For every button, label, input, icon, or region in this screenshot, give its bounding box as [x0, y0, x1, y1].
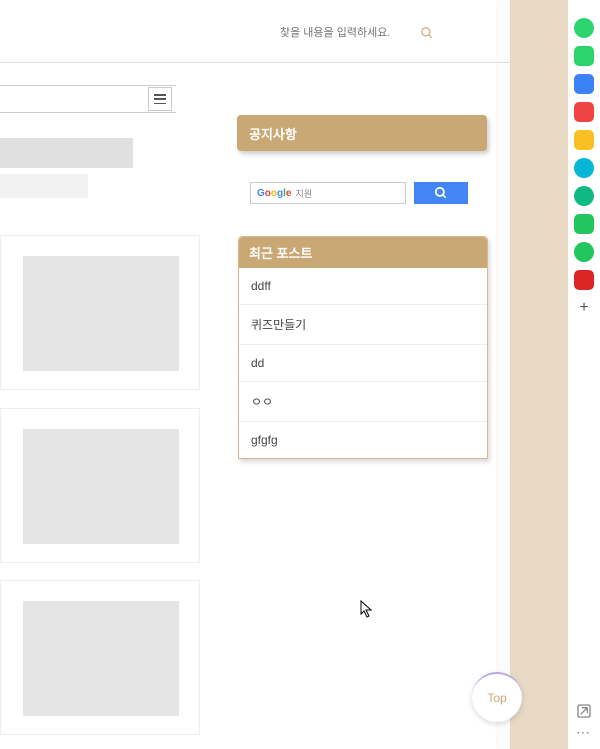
horizontal-divider — [0, 62, 510, 63]
browser-sidebar: + — [568, 10, 600, 318]
menu-border-bottom — [0, 112, 176, 113]
sidebar-app-icon[interactable] — [574, 214, 594, 234]
share-icon[interactable] — [576, 703, 592, 719]
scroll-to-top-button[interactable]: Top — [472, 672, 522, 722]
hamburger-menu-button[interactable] — [148, 87, 172, 111]
sidebar-app-icon[interactable] — [574, 158, 594, 178]
recent-post-item[interactable]: ㅇㅇ — [239, 382, 487, 422]
recent-post-item[interactable]: 퀴즈만들기 — [239, 305, 487, 345]
post-thumbnail — [23, 429, 179, 544]
sidebar-app-icon[interactable] — [574, 74, 594, 94]
placeholder-block-small — [0, 174, 88, 198]
notice-panel[interactable]: 공지사항 — [237, 115, 487, 151]
search-icon[interactable] — [420, 26, 434, 40]
google-support-label: 지원 — [295, 187, 312, 200]
search-input[interactable] — [280, 27, 410, 39]
post-thumbnail — [23, 256, 179, 371]
post-card[interactable] — [0, 580, 200, 735]
recent-post-item[interactable]: gfgfg — [239, 422, 487, 458]
menu-border-top — [0, 85, 176, 86]
sidebar-app-icon[interactable] — [574, 46, 594, 66]
google-search-widget: Google 지원 — [250, 182, 468, 204]
page-edge-shadow — [498, 0, 510, 749]
top-button-label: Top — [487, 691, 506, 705]
recent-post-item[interactable]: dd — [239, 345, 487, 382]
hamburger-icon — [154, 94, 166, 104]
placeholder-block — [0, 138, 133, 168]
cursor-icon — [360, 600, 374, 618]
sidebar-add-button[interactable]: + — [574, 298, 594, 318]
more-options-icon[interactable]: ⋯ — [576, 724, 590, 741]
post-card[interactable] — [0, 235, 200, 390]
sidebar-app-icon[interactable] — [574, 242, 594, 262]
recent-posts-header: 최근 포스트 — [239, 237, 487, 268]
search-icon — [434, 186, 448, 200]
google-logo: Google — [257, 188, 291, 199]
sidebar-app-icon[interactable] — [574, 270, 594, 290]
page-background-right — [510, 0, 568, 749]
sidebar-app-icon[interactable] — [574, 102, 594, 122]
sidebar-app-icon[interactable] — [574, 186, 594, 206]
google-search-input[interactable]: Google 지원 — [250, 182, 406, 204]
recent-posts-panel: 최근 포스트 ddff 퀴즈만들기 dd ㅇㅇ gfgfg — [238, 236, 488, 459]
notice-title: 공지사항 — [249, 124, 297, 143]
google-search-button[interactable] — [414, 182, 468, 204]
post-thumbnail — [23, 601, 179, 716]
top-search-bar — [280, 26, 434, 40]
sidebar-app-icon[interactable] — [574, 130, 594, 150]
recent-post-item[interactable]: ddff — [239, 268, 487, 305]
sidebar-app-icon[interactable] — [574, 18, 594, 38]
post-card[interactable] — [0, 408, 200, 563]
